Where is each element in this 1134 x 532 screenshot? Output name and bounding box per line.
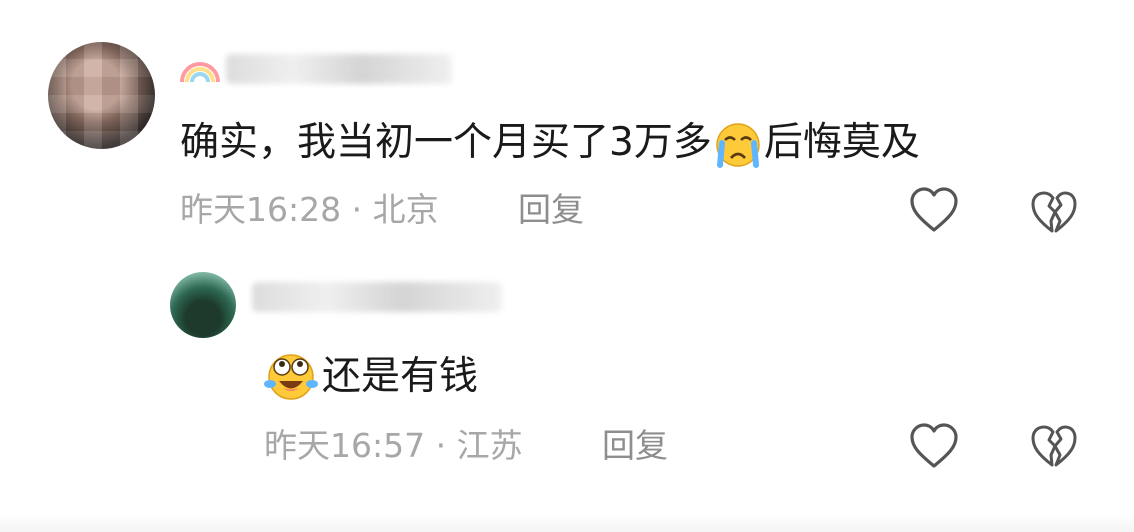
reply-button[interactable]: 回复 bbox=[602, 424, 668, 468]
avatar[interactable] bbox=[48, 42, 155, 149]
username-blurred[interactable] bbox=[252, 282, 502, 312]
avatar[interactable] bbox=[170, 272, 236, 338]
comment-text: 确实，我当初一个月买了3万多 后悔莫及 bbox=[180, 116, 920, 170]
comment-text: 还是有钱 bbox=[322, 354, 479, 399]
comment-meta: 昨天16:57 · 江苏 bbox=[264, 424, 523, 468]
rainbow-badge-icon bbox=[180, 62, 220, 83]
meta-separator: · bbox=[341, 190, 373, 229]
divider bbox=[0, 514, 1134, 532]
comment-thread: 确实，我当初一个月买了3万多 后悔莫及 昨天16:28 · 北京 回复 还是有钱 bbox=[0, 0, 1134, 532]
heart-outline-icon[interactable] bbox=[908, 186, 960, 234]
broken-heart-icon[interactable] bbox=[1030, 424, 1078, 468]
meta-separator: · bbox=[425, 426, 457, 465]
heart-outline-icon[interactable] bbox=[908, 422, 960, 470]
comment-time: 昨天16:57 bbox=[264, 426, 426, 465]
username-blurred[interactable] bbox=[226, 54, 452, 84]
broken-heart-icon[interactable] bbox=[1030, 190, 1078, 234]
laughing-tears-face-icon bbox=[264, 354, 318, 400]
comment-location: 北京 bbox=[372, 190, 439, 229]
reply-button[interactable]: 回复 bbox=[518, 188, 584, 232]
crying-face-icon bbox=[716, 122, 760, 168]
comment-time: 昨天16:28 bbox=[180, 190, 342, 229]
comment-meta: 昨天16:28 · 北京 bbox=[180, 188, 439, 232]
comment-location: 江苏 bbox=[456, 426, 523, 465]
